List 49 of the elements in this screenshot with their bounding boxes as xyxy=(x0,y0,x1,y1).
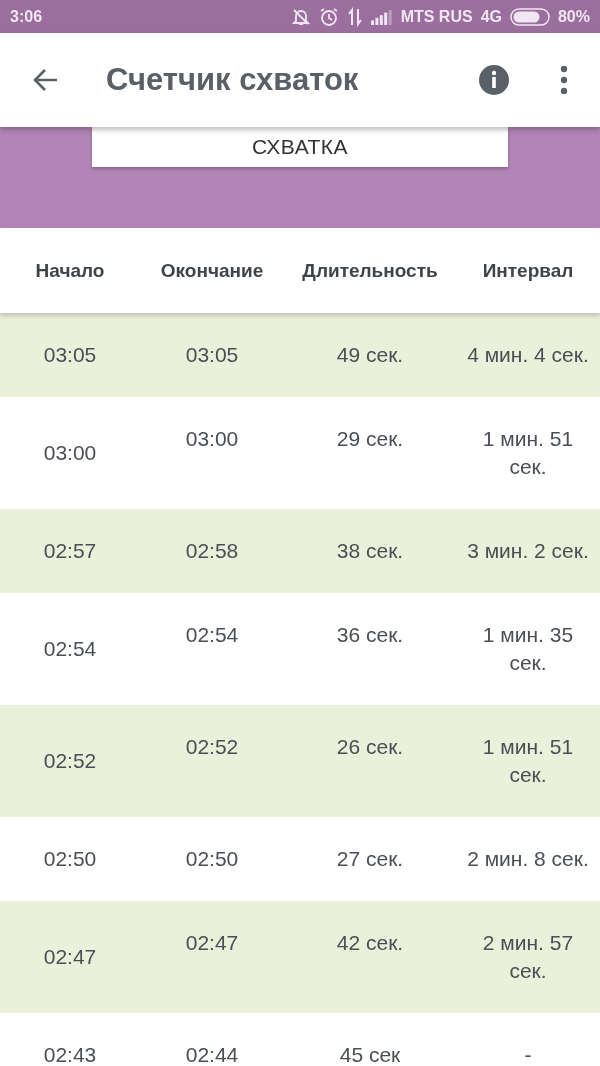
column-header: Окончание xyxy=(159,259,265,282)
table-cell-text: 02:47 xyxy=(42,944,98,970)
table-cell-text: 1 мин. 35 сек. xyxy=(481,622,575,676)
table-cell-text: 4 мин. 4 сек. xyxy=(466,342,590,368)
bell-off-icon xyxy=(290,6,311,27)
table-cell-text: 29 сек. xyxy=(335,426,405,452)
screen-title: Счетчик схваток xyxy=(106,62,360,98)
table-cell-text: 1 мин. 51 сек. xyxy=(481,426,575,480)
table-cell-text: 2 мин. 57 сек. xyxy=(481,930,575,984)
alarm-icon xyxy=(318,6,339,27)
table-cell-text: 03:05 xyxy=(184,342,240,368)
table-cell-text: 02:43 xyxy=(42,1042,98,1066)
clock-time: 3:06 xyxy=(10,7,43,26)
table-cell-text: 3 мин. 2 сек. xyxy=(466,538,590,564)
data-arrows-icon xyxy=(346,6,363,27)
table-cell-text: 03:05 xyxy=(42,342,98,368)
table-cell-text: 1 мин. 51 сек. xyxy=(481,734,575,788)
table-cell-text: 02:50 xyxy=(184,846,240,872)
table-cell-text: 02:54 xyxy=(42,636,98,662)
table-cell-text: 02:52 xyxy=(184,734,240,760)
table-cell-text: 02:47 xyxy=(184,930,240,956)
table-cell-text: 02:44 xyxy=(184,1042,240,1066)
table-cell-text: 02:54 xyxy=(184,622,240,648)
column-header: Начало xyxy=(34,259,106,282)
column-header: Длительность xyxy=(301,259,439,282)
table-cell-text: 42 сек. xyxy=(335,930,405,956)
table-cell-text: 36 сек. xyxy=(335,622,405,648)
table-cell-text: 02:50 xyxy=(42,846,98,872)
info-icon xyxy=(478,64,510,96)
table-cell-text: 03:00 xyxy=(184,426,240,452)
table-cell-text: 27 сек. xyxy=(335,846,405,872)
table-cell-text: 02:52 xyxy=(42,748,98,774)
contraction-button[interactable]: СХВАТКА xyxy=(92,127,508,167)
table-cell-text: 45 сек xyxy=(338,1042,402,1066)
table-cell-text: - xyxy=(523,1042,533,1066)
table-cell-text: 49 сек. xyxy=(335,342,405,368)
network-type: 4G xyxy=(480,7,502,26)
column-header: Интервал xyxy=(481,259,575,282)
table-cell-text: 02:57 xyxy=(42,538,98,564)
battery-percent: 80% xyxy=(557,7,590,26)
carrier-name: MTS RUS xyxy=(400,7,473,26)
table-cell-text: 2 мин. 8 сек. xyxy=(466,846,590,872)
table-cell-text: 26 сек. xyxy=(335,734,405,760)
more-vertical-icon xyxy=(559,65,569,95)
battery-icon xyxy=(509,7,550,26)
signal-icon xyxy=(370,8,393,25)
table-cell-text: 03:00 xyxy=(42,440,98,466)
table-cell-text: 38 сек. xyxy=(335,538,405,564)
table-cell-text: 02:58 xyxy=(184,538,240,564)
